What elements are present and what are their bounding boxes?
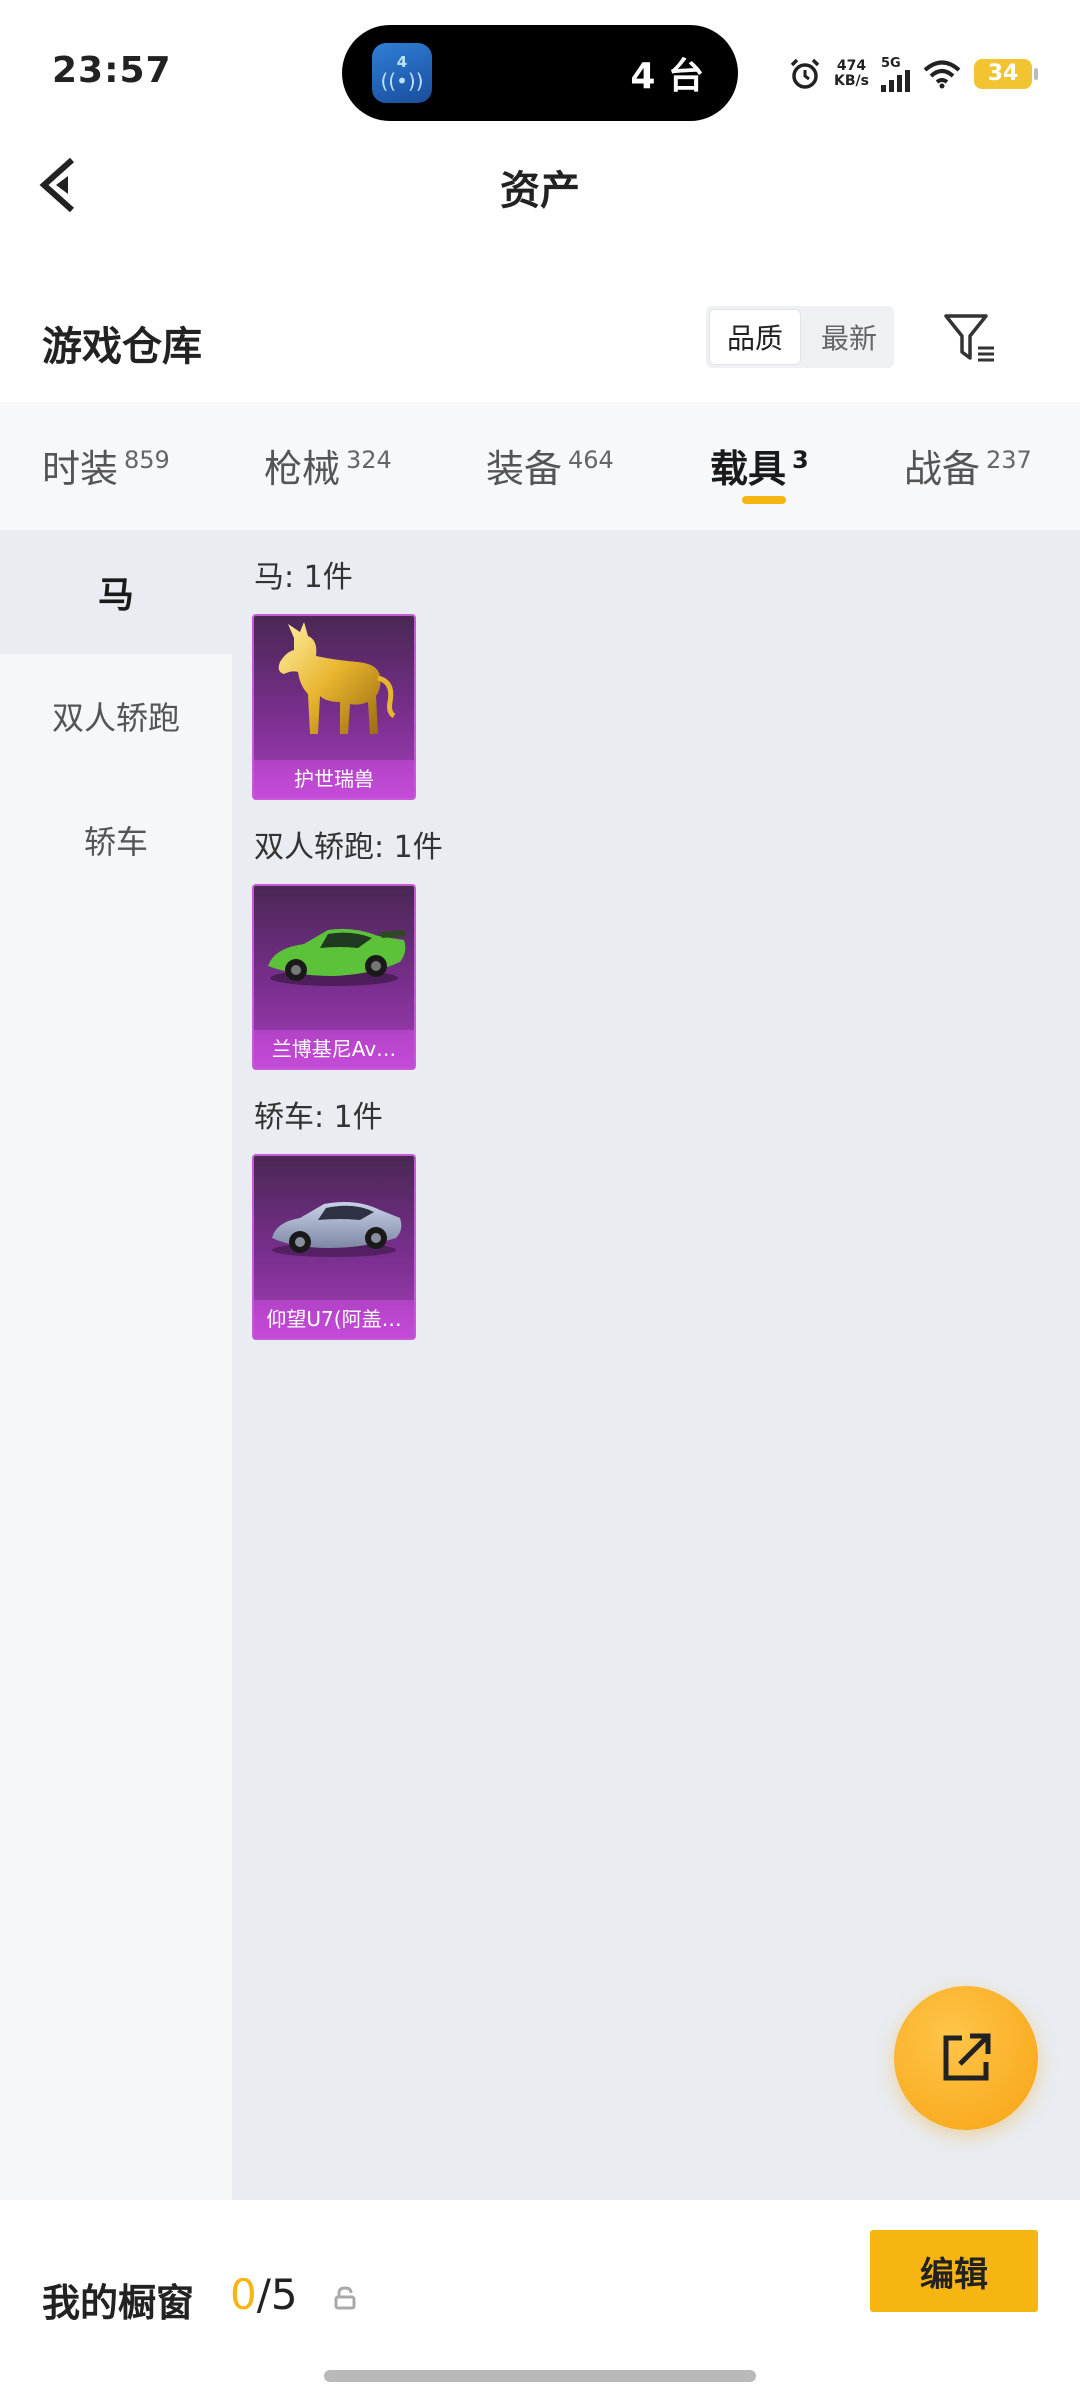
network-type: 5G (881, 55, 901, 71)
share-button[interactable] (894, 1986, 1038, 2130)
tab-label: 装备 (486, 447, 563, 491)
silver-sedan-icon (272, 1202, 402, 1257)
edit-button[interactable]: 编辑 (870, 2230, 1038, 2312)
showcase-count-total: /5 (256, 2270, 298, 2319)
status-icons: 474 KB/s 5G 34 (788, 52, 1038, 96)
item-name: 护世瑞兽 (294, 767, 374, 791)
item-name: 仰望U7(阿盖… (266, 1307, 402, 1331)
tab-count: 324 (346, 446, 392, 474)
lock-icon (334, 2286, 356, 2310)
group-label: 轿车: 1件 (254, 1100, 383, 1135)
showcase-label: 我的橱窗 (42, 2281, 195, 2325)
item-card[interactable]: 护世瑞兽 (252, 614, 416, 800)
island-app-badge: 4 (396, 53, 408, 71)
sort-quality-button[interactable]: 品质 (709, 309, 801, 365)
share-external-icon (943, 2033, 991, 2081)
tab-label: 时装 (42, 447, 119, 491)
island-text: 4 台 (630, 56, 704, 97)
page-title: 资产 (500, 168, 580, 214)
tab-equipment[interactable]: 装备 464 (486, 438, 614, 493)
broadcast-icon: ((•)) (380, 69, 424, 93)
section-title: 游戏仓库 (42, 324, 202, 370)
item-grid: 马: 1件 护世瑞兽 双人轿跑: 1件 兰博基尼Av… 轿车: 1件 仰望U7(… (232, 530, 1080, 2200)
golden-horse-icon (278, 622, 396, 734)
tab-fashion[interactable]: 时装 859 (42, 438, 170, 493)
alarm-clock-icon (790, 58, 820, 89)
showcase-bar: 我的橱窗 0/5 编辑 (0, 2200, 1080, 2400)
tab-label: 战备 (904, 447, 981, 491)
home-indicator[interactable] (324, 2370, 756, 2382)
tab-guns[interactable]: 枪械 324 (264, 438, 392, 493)
sort-newest-button[interactable]: 最新 (804, 306, 894, 368)
group-label: 双人轿跑: 1件 (254, 830, 443, 865)
network-speed-value: 474 (836, 58, 867, 74)
sidebar-item-horse[interactable]: 马 (0, 530, 232, 654)
group-label: 马: 1件 (254, 560, 353, 595)
sort-toggle: 品质 最新 (706, 306, 894, 368)
item-card[interactable]: 仰望U7(阿盖… (252, 1154, 416, 1340)
cellular-signal-icon: 5G (881, 57, 910, 92)
filter-icon[interactable] (942, 310, 998, 366)
category-tabs: 时装 859 枪械 324 装备 464 载具 3 战备 237 (0, 402, 1080, 530)
green-sports-car-icon (268, 928, 406, 986)
tab-label: 枪械 (264, 447, 341, 491)
tab-combat-gear[interactable]: 战备 237 (904, 438, 1032, 493)
sidebar-item-sedan[interactable]: 轿车 (0, 778, 232, 902)
item-name: 兰博基尼Av… (271, 1037, 397, 1061)
tab-count: 3 (792, 446, 809, 474)
showcase-count-current: 0 (230, 2270, 257, 2319)
island-app-icon: 4 ((•)) (372, 43, 432, 103)
wifi-icon (923, 60, 961, 89)
tab-count: 237 (986, 446, 1032, 474)
battery-icon: 34 (974, 59, 1038, 89)
network-speed: 474 KB/s (834, 59, 869, 89)
status-time: 23:57 (52, 50, 172, 91)
status-bar: 23:57 4 ((•)) 4 台 474 KB/s 5G 34 (0, 0, 1080, 130)
item-card[interactable]: 兰博基尼Av… (252, 884, 416, 1070)
showcase-count: 0/5 (230, 2270, 298, 2319)
tab-count: 464 (568, 446, 614, 474)
subcategory-sidebar: 马 双人轿跑 轿车 (0, 530, 232, 2200)
dynamic-island[interactable]: 4 ((•)) 4 台 (342, 25, 738, 121)
tab-vehicles[interactable]: 载具 3 (710, 438, 809, 493)
active-tab-indicator (742, 496, 786, 504)
tab-label: 载具 (710, 447, 787, 491)
sidebar-item-coupe[interactable]: 双人轿跑 (0, 654, 232, 778)
network-speed-unit: KB/s (834, 73, 869, 89)
tab-count: 859 (124, 446, 170, 474)
